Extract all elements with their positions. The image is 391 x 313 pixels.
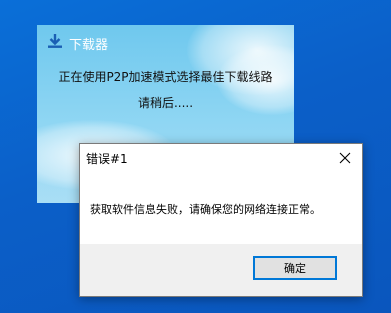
download-icon [47,33,63,53]
dialog-footer: 确定 [80,244,362,296]
dialog-titlebar[interactable]: 错误#1 [80,144,362,172]
downloader-wait-text: 请稍后..... [137,96,194,110]
downloader-title: 下载器 [69,37,109,53]
desktop-background: 下载器 正在使用P2P加速模式选择最佳下载线路 请稍后..... 错误#1 获取… [0,0,391,313]
downloader-status-text: 正在使用P2P加速模式选择最佳下载线路 [58,70,273,84]
dialog-title: 错误#1 [86,152,128,166]
dialog-close-button[interactable] [328,144,362,172]
ok-button[interactable]: 确定 [253,256,337,280]
close-icon [339,149,351,168]
downloader-header: 下载器 [47,33,108,53]
error-dialog: 错误#1 获取软件信息失败，请确保您的网络连接正常。 确定 [79,143,363,297]
dialog-message: 获取软件信息失败，请确保您的网络连接正常。 [90,203,321,216]
